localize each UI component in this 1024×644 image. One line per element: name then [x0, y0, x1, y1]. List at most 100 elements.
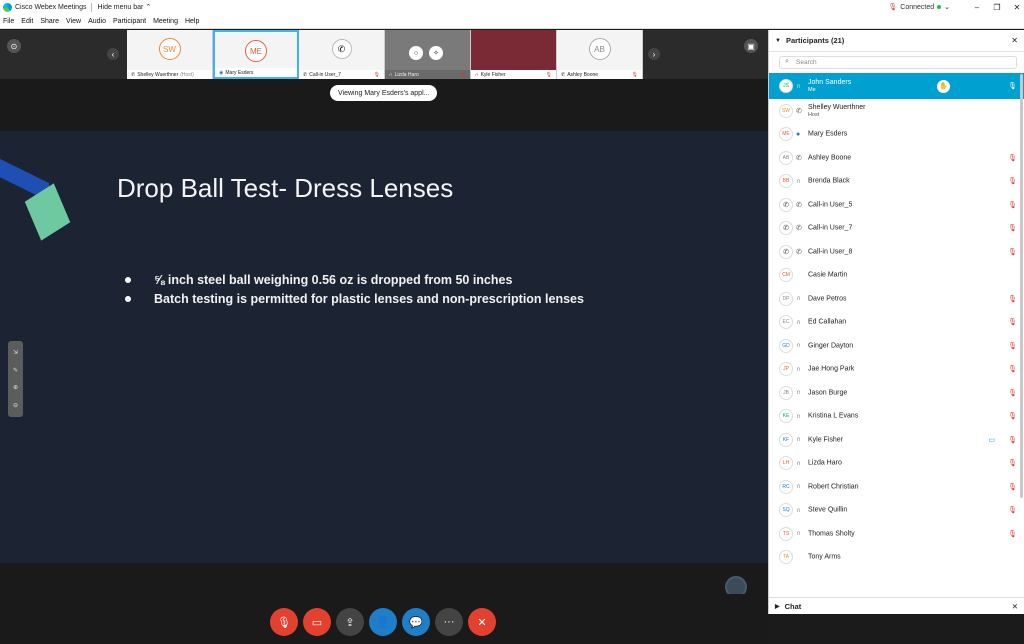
zoom-in-icon[interactable]: ⊕ — [13, 384, 18, 391]
participant-row[interactable]: TA Tony Arms — [769, 546, 1024, 570]
participant-row[interactable]: RC ∩ Robert Christian 🎙 — [769, 475, 1024, 499]
tile-name: Call-in User_7 — [309, 71, 341, 78]
tile-name: Kyle Fisher — [480, 71, 506, 78]
muted-mic-icon[interactable]: 🎙 — [1008, 530, 1017, 538]
menu-share[interactable]: Share — [40, 18, 59, 25]
share-button[interactable]: ⇪ — [336, 608, 364, 636]
participant-row[interactable]: CM Casie Martin — [769, 264, 1024, 288]
chat-panel-header[interactable]: ▶ Chat ✕ — [769, 597, 1024, 614]
bullet-icon — [125, 277, 131, 283]
menu-edit[interactable]: Edit — [21, 18, 33, 25]
muted-mic-icon[interactable]: 🎙 — [1008, 342, 1017, 350]
participant-row[interactable]: KF ∩ Kyle Fisher ▭ 🎙 — [769, 428, 1024, 452]
participant-row[interactable]: ME ● Mary Esders — [769, 123, 1024, 147]
muted-mic-icon[interactable]: 🎙 — [1008, 177, 1017, 185]
participant-row[interactable]: JB ∩ Jason Burge 🎙 — [769, 381, 1024, 405]
video-button[interactable]: ▭ — [303, 608, 331, 636]
participant-row[interactable]: BB ∩ Brenda Black 🎙 — [769, 170, 1024, 194]
muted-mic-icon[interactable]: 🎙 — [1008, 459, 1017, 467]
participant-name: Dave Petros — [808, 295, 847, 303]
muted-mic-icon[interactable]: 🎙 — [1008, 389, 1017, 397]
avatar: DP — [779, 291, 793, 306]
menu-help[interactable]: Help — [185, 18, 199, 25]
muted-mic-icon[interactable]: 🎙 — [1008, 154, 1017, 162]
participant-row[interactable]: JS ∩ John Sanders Me ✋ 🎙 — [769, 73, 1024, 99]
zoom-out-icon[interactable]: ⊖ — [13, 402, 18, 409]
menu-file[interactable]: File — [3, 18, 14, 25]
participant-name: Robert Christian — [808, 483, 859, 491]
close-icon[interactable]: ✕ — [1012, 602, 1018, 611]
participant-row[interactable]: EC ∩ Ed Callahan 🎙 — [769, 311, 1024, 335]
connection-status[interactable]: 🎙 Connected ⌄ — [888, 3, 950, 12]
menu-participant[interactable]: Participant — [113, 18, 146, 25]
muted-mic-icon[interactable]: 🎙 — [1008, 82, 1017, 90]
participant-row[interactable]: ✆ ✆ Call-in User_7 🎙 — [769, 217, 1024, 241]
close-icon[interactable]: ✕ — [1011, 36, 1018, 45]
video-tile-lizda[interactable]: ○ ✧ ∩ Lizda Haro 🎙 — [385, 30, 471, 79]
menu-meeting[interactable]: Meeting — [153, 18, 178, 25]
participant-row[interactable]: KE ∩ Kristina L Evans 🎙 — [769, 405, 1024, 429]
video-tile-ashley[interactable]: AB ✆ Ashley Boone 🎙 — [557, 30, 643, 79]
calendar-icon[interactable]: ▣ — [744, 39, 758, 53]
muted-mic-icon[interactable]: 🎙 — [1008, 201, 1017, 209]
video-tile-mary[interactable]: ME ◉ Mary Esders — [213, 30, 299, 79]
participant-row[interactable]: TS ∩ Thomas Sholty 🎙 — [769, 522, 1024, 546]
minimize-button[interactable]: – — [970, 3, 984, 12]
person-icon: 👤 — [376, 616, 390, 629]
participant-row[interactable]: GD ∩ Ginger Dayton 🎙 — [769, 334, 1024, 358]
annotate-icon[interactable]: ✎ — [13, 367, 18, 374]
chat-button[interactable]: 💬 — [402, 608, 430, 636]
mute-button[interactable]: 🎙 — [270, 608, 298, 636]
participant-row[interactable]: DP ∩ Dave Petros 🎙 — [769, 287, 1024, 311]
participant-row[interactable]: LH ∩ Lizda Haro 🎙 — [769, 452, 1024, 476]
shared-slide: Drop Ball Test- Dress Lenses ⅝ inch stee… — [0, 131, 768, 563]
pin-icon[interactable]: ✧ — [429, 46, 443, 60]
video-tile-kyle[interactable]: ∩ Kyle Fisher 🎙 — [471, 30, 557, 79]
muted-mic-icon[interactable]: 🎙 — [1008, 365, 1017, 373]
participant-search-input[interactable]: ⌕ Search — [779, 56, 1017, 69]
filmstrip-prev-button[interactable]: ‹ — [107, 48, 119, 60]
participant-row[interactable]: ✆ ✆ Call-in User_8 🎙 — [769, 240, 1024, 264]
more-button[interactable]: ··· — [435, 608, 463, 636]
muted-mic-icon[interactable]: 🎙 — [1008, 412, 1017, 420]
muted-mic-icon[interactable]: 🎙 — [1008, 295, 1017, 303]
close-window-button[interactable]: ✕ — [1010, 3, 1024, 12]
participants-button[interactable]: 👤 — [369, 608, 397, 636]
muted-mic-icon[interactable]: 🎙 — [1008, 248, 1017, 256]
menu-view[interactable]: View — [66, 18, 81, 25]
raise-hand-icon[interactable]: ✋ — [937, 79, 950, 93]
leave-meeting-button[interactable]: ✕ — [468, 608, 496, 636]
participant-row[interactable]: SW ✆ Shelley Wuerthner Host — [769, 99, 1024, 123]
filmstrip-next-button[interactable]: › — [648, 48, 660, 60]
fit-icon[interactable]: ⇲ — [13, 349, 18, 356]
chat-icon: 💬 — [409, 616, 423, 629]
muted-mic-icon[interactable]: 🎙 — [1008, 483, 1017, 491]
muted-mic-icon[interactable]: 🎙 — [1008, 506, 1017, 514]
participant-row[interactable]: ✆ ✆ Call-in User_5 🎙 — [769, 193, 1024, 217]
participants-header[interactable]: ▼ Participants (21) ✕ — [769, 30, 1024, 52]
participant-row[interactable]: JP ∩ Jae Hong Park 🎙 — [769, 358, 1024, 382]
connection-status-label: Connected — [900, 3, 935, 11]
participant-row[interactable]: AB ✆ Ashley Boone 🎙 — [769, 146, 1024, 170]
headset-icon: ∩ — [796, 318, 802, 326]
tile-name: Lizda Haro — [394, 71, 419, 78]
hide-menu-bar-button[interactable]: Hide menu bar ⌃ — [97, 3, 151, 11]
video-tile-callin7[interactable]: ✆ ✆ Call-in User_7 🎙 — [299, 30, 385, 79]
share-icon: ⇪ — [345, 616, 355, 629]
menu-audio[interactable]: Audio — [88, 18, 106, 25]
participant-row[interactable]: SQ ∩ Steve Quillin 🎙 — [769, 499, 1024, 523]
participant-name: Call-in User_5 — [808, 201, 853, 209]
muted-mic-icon[interactable]: 🎙 — [1008, 436, 1017, 444]
divider — [91, 2, 93, 12]
muted-mic-icon: 🎙 — [373, 71, 380, 78]
layout-icon[interactable]: ⊙ — [7, 39, 21, 53]
restore-button[interactable]: ❐ — [990, 3, 1004, 12]
video-tile-shelley[interactable]: SW ✆ Shelley Wuerthner (Host) — [127, 30, 213, 79]
scrollbar[interactable] — [1020, 74, 1023, 498]
viewing-share-pill[interactable]: Viewing Mary Esders's appl... — [330, 85, 438, 101]
muted-mic-icon[interactable]: 🎙 — [1008, 224, 1017, 232]
muted-mic-icon[interactable]: 🎙 — [1008, 318, 1017, 326]
chat-bubble-icon[interactable]: ○ — [409, 46, 423, 60]
participant-role: Host — [808, 111, 820, 118]
headset-icon: ∩ — [796, 436, 802, 444]
